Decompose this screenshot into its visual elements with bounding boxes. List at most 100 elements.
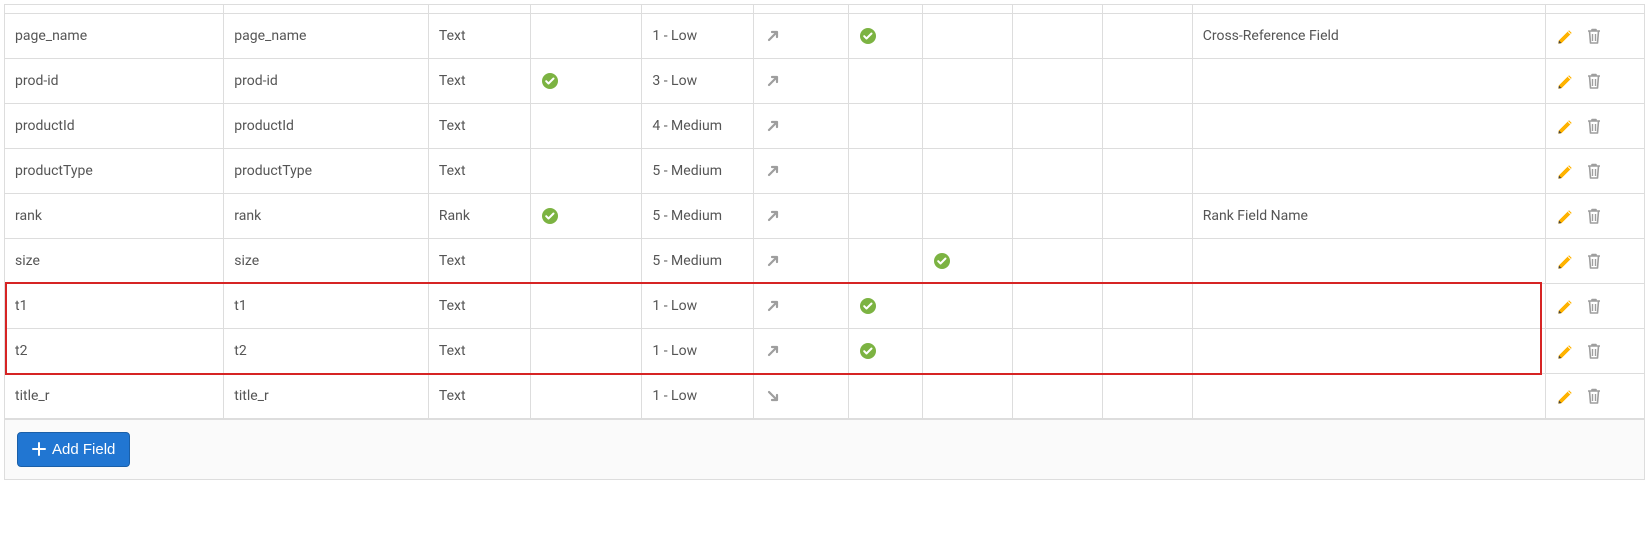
note-cell bbox=[1192, 238, 1545, 283]
arrow-up-right-icon[interactable] bbox=[764, 162, 782, 180]
check-icon bbox=[541, 207, 559, 225]
direction-cell bbox=[753, 283, 848, 328]
flag-cell-8 bbox=[922, 238, 1012, 283]
trash-icon[interactable] bbox=[1584, 206, 1604, 226]
arrow-up-right-icon[interactable] bbox=[764, 207, 782, 225]
edit-icon[interactable] bbox=[1556, 251, 1576, 271]
priority-cell: 1 - Low bbox=[642, 13, 753, 58]
edit-icon[interactable] bbox=[1556, 296, 1576, 316]
flag-cell-8 bbox=[922, 193, 1012, 238]
field-label-cell: t2 bbox=[224, 328, 429, 373]
edit-icon[interactable] bbox=[1556, 161, 1576, 181]
check-icon bbox=[859, 27, 877, 45]
field-name-cell: rank bbox=[5, 193, 224, 238]
actions-cell bbox=[1545, 58, 1644, 103]
actions-cell bbox=[1545, 283, 1644, 328]
flag-cell-10 bbox=[1102, 58, 1192, 103]
note-cell bbox=[1192, 148, 1545, 193]
edit-icon[interactable] bbox=[1556, 26, 1576, 46]
flag-cell-8 bbox=[922, 328, 1012, 373]
flag-cell-9 bbox=[1012, 283, 1102, 328]
actions-cell bbox=[1545, 103, 1644, 148]
flag-cell-9 bbox=[1012, 58, 1102, 103]
add-field-button[interactable]: Add Field bbox=[17, 432, 130, 467]
flag-cell-7 bbox=[848, 103, 922, 148]
edit-icon[interactable] bbox=[1556, 206, 1576, 226]
flag-cell-10 bbox=[1102, 148, 1192, 193]
flag-cell-4 bbox=[531, 58, 642, 103]
table-row: productIdproductIdText4 - Medium bbox=[5, 103, 1644, 148]
trash-icon[interactable] bbox=[1584, 341, 1604, 361]
table-row: t2t2Text1 - Low bbox=[5, 328, 1644, 373]
arrow-up-right-icon[interactable] bbox=[764, 252, 782, 270]
field-name-cell: prod-id bbox=[5, 58, 224, 103]
priority-cell: 3 - Low bbox=[642, 58, 753, 103]
field-name-cell: t2 bbox=[5, 328, 224, 373]
field-type-cell: Text bbox=[428, 283, 530, 328]
note-cell bbox=[1192, 283, 1545, 328]
direction-cell bbox=[753, 13, 848, 58]
arrow-up-right-icon[interactable] bbox=[764, 117, 782, 135]
field-type-cell: Text bbox=[428, 148, 530, 193]
flag-cell-4 bbox=[531, 193, 642, 238]
edit-icon[interactable] bbox=[1556, 116, 1576, 136]
direction-cell bbox=[753, 148, 848, 193]
flag-cell-10 bbox=[1102, 373, 1192, 418]
edit-icon[interactable] bbox=[1556, 341, 1576, 361]
trash-icon[interactable] bbox=[1584, 296, 1604, 316]
direction-cell bbox=[753, 238, 848, 283]
trash-icon[interactable] bbox=[1584, 386, 1604, 406]
flag-cell-8 bbox=[922, 58, 1012, 103]
flag-cell-8 bbox=[922, 13, 1012, 58]
field-name-cell: title_r bbox=[5, 373, 224, 418]
flag-cell-4 bbox=[531, 238, 642, 283]
flag-cell-8 bbox=[922, 373, 1012, 418]
field-label-cell: productType bbox=[224, 148, 429, 193]
flag-cell-7 bbox=[848, 148, 922, 193]
flag-cell-9 bbox=[1012, 328, 1102, 373]
field-name-cell: page_name bbox=[5, 13, 224, 58]
trash-icon[interactable] bbox=[1584, 71, 1604, 91]
table-row: prod-idprod-idText3 - Low bbox=[5, 58, 1644, 103]
priority-cell: 1 - Low bbox=[642, 373, 753, 418]
table-header-stub bbox=[5, 5, 1644, 13]
trash-icon[interactable] bbox=[1584, 161, 1604, 181]
table-row: title_rtitle_rText1 - Low bbox=[5, 373, 1644, 418]
field-name-cell: t1 bbox=[5, 283, 224, 328]
table-row: sizesizeText5 - Medium bbox=[5, 238, 1644, 283]
trash-icon[interactable] bbox=[1584, 251, 1604, 271]
flag-cell-4 bbox=[531, 103, 642, 148]
edit-icon[interactable] bbox=[1556, 71, 1576, 91]
actions-cell bbox=[1545, 238, 1644, 283]
actions-cell bbox=[1545, 373, 1644, 418]
flag-cell-8 bbox=[922, 103, 1012, 148]
flag-cell-8 bbox=[922, 148, 1012, 193]
priority-cell: 5 - Medium bbox=[642, 148, 753, 193]
note-cell bbox=[1192, 373, 1545, 418]
trash-icon[interactable] bbox=[1584, 26, 1604, 46]
arrow-up-right-icon[interactable] bbox=[764, 342, 782, 360]
priority-cell: 4 - Medium bbox=[642, 103, 753, 148]
plus-icon bbox=[32, 442, 46, 456]
field-type-cell: Text bbox=[428, 13, 530, 58]
flag-cell-7 bbox=[848, 373, 922, 418]
fields-table: page_namepage_nameText1 - LowCross-Refer… bbox=[5, 5, 1644, 419]
field-type-cell: Text bbox=[428, 373, 530, 418]
flag-cell-9 bbox=[1012, 238, 1102, 283]
note-cell: Cross-Reference Field bbox=[1192, 13, 1545, 58]
fields-table-container: page_namepage_nameText1 - LowCross-Refer… bbox=[4, 4, 1645, 480]
arrow-down-right-icon[interactable] bbox=[764, 387, 782, 405]
flag-cell-10 bbox=[1102, 193, 1192, 238]
flag-cell-4 bbox=[531, 148, 642, 193]
actions-cell bbox=[1545, 148, 1644, 193]
direction-cell bbox=[753, 58, 848, 103]
arrow-up-right-icon[interactable] bbox=[764, 297, 782, 315]
table-footer: Add Field bbox=[5, 419, 1644, 479]
arrow-up-right-icon[interactable] bbox=[764, 72, 782, 90]
trash-icon[interactable] bbox=[1584, 116, 1604, 136]
field-label-cell: rank bbox=[224, 193, 429, 238]
edit-icon[interactable] bbox=[1556, 386, 1576, 406]
flag-cell-4 bbox=[531, 283, 642, 328]
flag-cell-10 bbox=[1102, 13, 1192, 58]
arrow-up-right-icon[interactable] bbox=[764, 27, 782, 45]
